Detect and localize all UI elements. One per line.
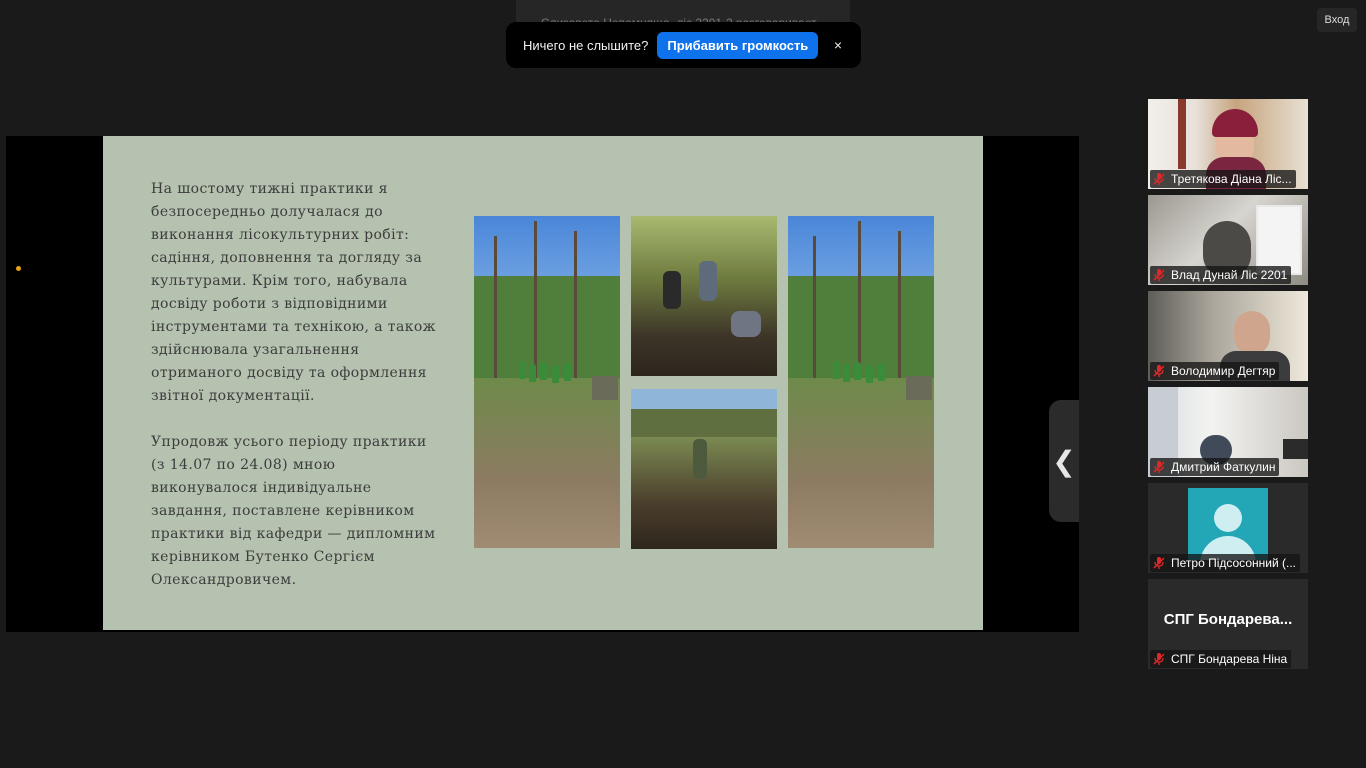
muted-mic-icon xyxy=(1153,365,1165,377)
slide-photo-group-right xyxy=(788,216,934,548)
participant-name-tag: Влад Дунай Ліс 2201 xyxy=(1150,266,1292,284)
muted-mic-icon xyxy=(1153,557,1165,569)
slide-paragraph-1: На шостому тижні практики я безпосереднь… xyxy=(151,181,436,404)
muted-mic-icon xyxy=(1153,269,1165,281)
default-avatar-icon xyxy=(1188,488,1268,560)
pointer-dot xyxy=(16,266,21,271)
increase-volume-button[interactable]: Прибавить громкость xyxy=(657,31,819,59)
participant-name-tag: Петро Підсосонний (... xyxy=(1150,554,1300,572)
muted-mic-icon xyxy=(1153,173,1165,185)
participant-name: Петро Підсосонний (... xyxy=(1171,556,1296,570)
participant-name-tag: Третякова Діана Ліс... xyxy=(1150,170,1296,188)
slide-photo-furrow xyxy=(631,389,777,549)
slide-photo-group-left xyxy=(474,216,620,548)
participant-tile[interactable]: СПГ Бондарева... СПГ Бондарева Ніна xyxy=(1148,579,1308,669)
participant-name-tag: Володимир Дегтяр xyxy=(1150,362,1280,380)
participant-name-tag: Дмитрий Фаткулин xyxy=(1150,458,1280,476)
participant-tile[interactable]: Дмитрий Фаткулин xyxy=(1148,387,1308,477)
shared-screen: На шостому тижні практики я безпосереднь… xyxy=(6,136,1079,632)
participant-name-tag: СПГ Бондарева Ніна xyxy=(1150,650,1292,668)
slide-photo-planting xyxy=(631,216,777,376)
participant-name: Дмитрий Фаткулин xyxy=(1171,460,1276,474)
chevron-left-icon[interactable]: ❮ xyxy=(1049,400,1079,522)
participant-name: Володимир Дегтяр xyxy=(1171,364,1276,378)
participant-tile[interactable]: Влад Дунай Ліс 2201 xyxy=(1148,195,1308,285)
slide-paragraph-2: Упродовж усього періоду практики (з 14.0… xyxy=(151,434,436,588)
audio-notification: Ничего не слышите? Прибавить громкость × xyxy=(506,22,861,68)
participant-tile[interactable]: Третякова Діана Ліс... xyxy=(1148,99,1308,189)
participant-name: СПГ Бондарева Ніна xyxy=(1171,652,1288,666)
muted-mic-icon xyxy=(1153,653,1165,665)
sign-in-button[interactable]: Вход xyxy=(1317,8,1357,32)
close-icon[interactable]: × xyxy=(829,36,847,54)
presentation-slide: На шостому тижні практики я безпосереднь… xyxy=(103,136,983,630)
participant-name: Влад Дунай Ліс 2201 xyxy=(1171,268,1288,282)
participant-tile[interactable]: Петро Підсосонний (... xyxy=(1148,483,1308,573)
muted-mic-icon xyxy=(1153,461,1165,473)
participant-name: Третякова Діана Ліс... xyxy=(1171,172,1292,186)
participant-tile[interactable]: Володимир Дегтяр xyxy=(1148,291,1308,381)
audio-notification-message: Ничего не слышите? xyxy=(523,37,649,53)
participant-display-name: СПГ Бондарева... xyxy=(1163,611,1293,628)
